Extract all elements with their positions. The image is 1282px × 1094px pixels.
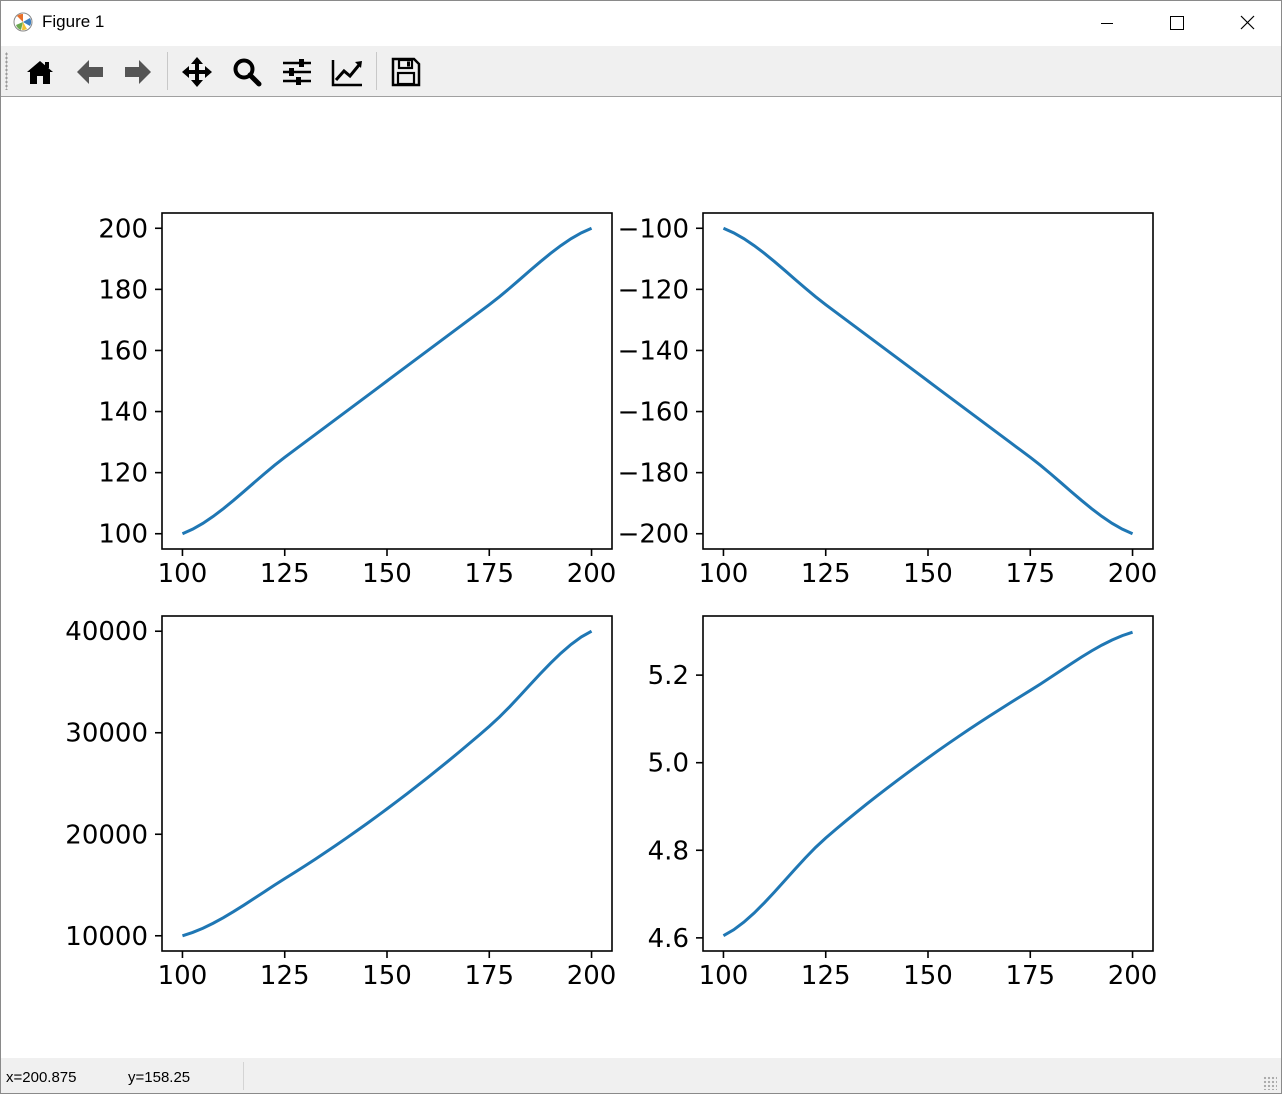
figure-window: Figure 1 100 125 150 175 200 100 120 140… xyxy=(0,0,1282,1094)
axes-frame xyxy=(702,615,1154,952)
x-tick-label: 200 xyxy=(567,961,617,991)
line-chart-icon xyxy=(331,60,362,87)
y-tick-label: −180 xyxy=(618,459,689,489)
y-tick-label: −100 xyxy=(618,214,689,244)
x-tick-label: 200 xyxy=(1108,961,1158,991)
x-tick-label: 150 xyxy=(362,961,412,991)
home-icon xyxy=(27,61,53,84)
y-tick-label: 20000 xyxy=(65,820,148,850)
x-tick-label: 100 xyxy=(699,961,749,991)
status-bar: x=200.875 y=158.25 xyxy=(1,1058,1281,1093)
series-line xyxy=(181,226,593,536)
maximize-button[interactable] xyxy=(1142,1,1212,45)
resize-grip[interactable] xyxy=(1263,1076,1277,1090)
matplotlib-logo-icon xyxy=(13,12,33,32)
home-button[interactable] xyxy=(21,53,59,91)
y-tick-label: 160 xyxy=(98,336,148,366)
y-tick-label: 180 xyxy=(98,275,148,305)
y-tick-label: 140 xyxy=(98,398,148,428)
close-button[interactable] xyxy=(1212,1,1281,45)
y-tick-label: 30000 xyxy=(65,719,148,749)
x-tick-label: 150 xyxy=(903,559,953,589)
toolbar-grip[interactable] xyxy=(5,52,8,90)
x-tick-label: 125 xyxy=(260,961,310,991)
sliders-icon xyxy=(283,59,311,85)
x-tick-label: 200 xyxy=(1108,559,1158,589)
window-title: Figure 1 xyxy=(42,12,105,31)
x-tick-label: 125 xyxy=(801,961,851,991)
x-tick-label: 100 xyxy=(699,559,749,589)
series-line xyxy=(181,629,593,938)
x-tick-label: 200 xyxy=(567,559,617,589)
y-tick-label: 10000 xyxy=(65,922,148,952)
x-tick-label: 100 xyxy=(158,559,208,589)
subplot-1: 100 125 150 175 200 100 120 140 160 180 200 xyxy=(98,212,617,589)
pan-button[interactable] xyxy=(178,53,216,91)
series-line xyxy=(722,630,1134,937)
x-tick-label: 175 xyxy=(464,961,514,991)
axes-frame xyxy=(161,615,613,952)
cursor-x-readout: x=200.875 xyxy=(6,1069,77,1086)
zoom-button[interactable] xyxy=(228,53,266,91)
x-tick-label: 175 xyxy=(1005,961,1055,991)
y-tick-label: 40000 xyxy=(65,617,148,647)
y-tick-label: 200 xyxy=(98,214,148,244)
x-tick-label: 100 xyxy=(158,961,208,991)
y-tick-label: −120 xyxy=(618,275,689,305)
y-tick-label: −160 xyxy=(618,398,689,428)
x-tick-label: 150 xyxy=(903,961,953,991)
cursor-y-readout: y=158.25 xyxy=(128,1069,191,1086)
floppy-disk-icon xyxy=(391,57,421,87)
minimize-button[interactable] xyxy=(1072,1,1142,45)
edit-axis-button[interactable] xyxy=(328,53,366,91)
series-line xyxy=(722,226,1134,536)
minimize-icon xyxy=(1101,23,1113,24)
x-tick-label: 125 xyxy=(801,559,851,589)
y-tick-label: −200 xyxy=(618,520,689,550)
subplots-button[interactable] xyxy=(278,53,316,91)
x-tick-label: 125 xyxy=(260,559,310,589)
title-bar[interactable]: Figure 1 xyxy=(1,1,1281,45)
x-tick-label: 175 xyxy=(464,559,514,589)
y-tick-label: 5.0 xyxy=(648,749,689,779)
magnifier-icon xyxy=(233,58,262,87)
x-tick-label: 150 xyxy=(362,559,412,589)
y-tick-label: 120 xyxy=(98,459,148,489)
forward-button[interactable] xyxy=(119,53,157,91)
y-tick-label: −140 xyxy=(618,336,689,366)
arrow-left-icon xyxy=(77,60,103,84)
maximize-icon xyxy=(1170,16,1184,30)
figure-canvas[interactable]: 100 125 150 175 200100120140160180200100 125 1… xyxy=(1,97,1281,1057)
navigation-toolbar xyxy=(1,46,1281,97)
y-tick-label: 4.6 xyxy=(648,924,689,954)
subplot-3: 100 125 150 175 200 10000 20000 30000 40000 xyxy=(65,615,617,991)
y-tick-label: 4.8 xyxy=(648,836,689,866)
toolbar-separator xyxy=(376,52,377,90)
x-tick-label: 175 xyxy=(1005,559,1055,589)
back-button[interactable] xyxy=(71,53,109,91)
subplot-4: 100 125 150 175 200 4.6 4.8 5.0 5.2 xyxy=(648,615,1158,991)
arrow-right-icon xyxy=(125,60,151,84)
close-icon xyxy=(1240,15,1255,30)
move-icon xyxy=(182,57,212,87)
save-button[interactable] xyxy=(387,53,425,91)
y-tick-label: 100 xyxy=(98,520,148,550)
toolbar-separator xyxy=(167,52,168,90)
y-tick-label: 5.2 xyxy=(648,661,689,691)
status-divider xyxy=(243,1062,244,1090)
subplot-2: 100 125 150 175 200 −100 −120 −140 −160 −180 −200 xyxy=(618,212,1158,589)
